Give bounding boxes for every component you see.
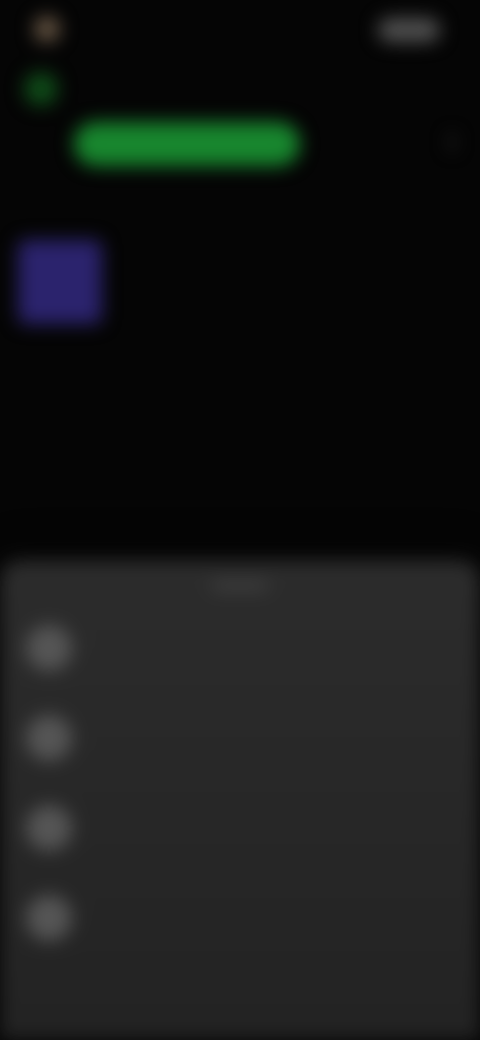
- round-option-icon: [26, 715, 72, 761]
- primary-action-button[interactable]: [74, 122, 300, 166]
- sheet-option-4[interactable]: [0, 885, 480, 963]
- round-option-icon: [26, 895, 72, 941]
- more-vertical-icon[interactable]: [442, 132, 462, 152]
- media-art-icon[interactable]: [18, 240, 102, 324]
- empty-content-area: [0, 350, 480, 550]
- top-action-button[interactable]: [378, 18, 440, 42]
- round-option-icon: [26, 805, 72, 851]
- blurred-background-layer: [0, 0, 480, 1040]
- sheet-option-1[interactable]: [0, 615, 480, 693]
- badge-icon: [24, 72, 58, 106]
- avatar-icon[interactable]: [34, 16, 60, 42]
- header-area: [0, 64, 480, 204]
- blurred-mobile-screen: [0, 0, 480, 1040]
- sheet-option-3[interactable]: [0, 795, 480, 873]
- sheet-option-2[interactable]: [0, 705, 480, 783]
- sheet-handle[interactable]: [212, 584, 268, 588]
- round-option-icon: [26, 625, 72, 671]
- top-bar: [0, 0, 480, 64]
